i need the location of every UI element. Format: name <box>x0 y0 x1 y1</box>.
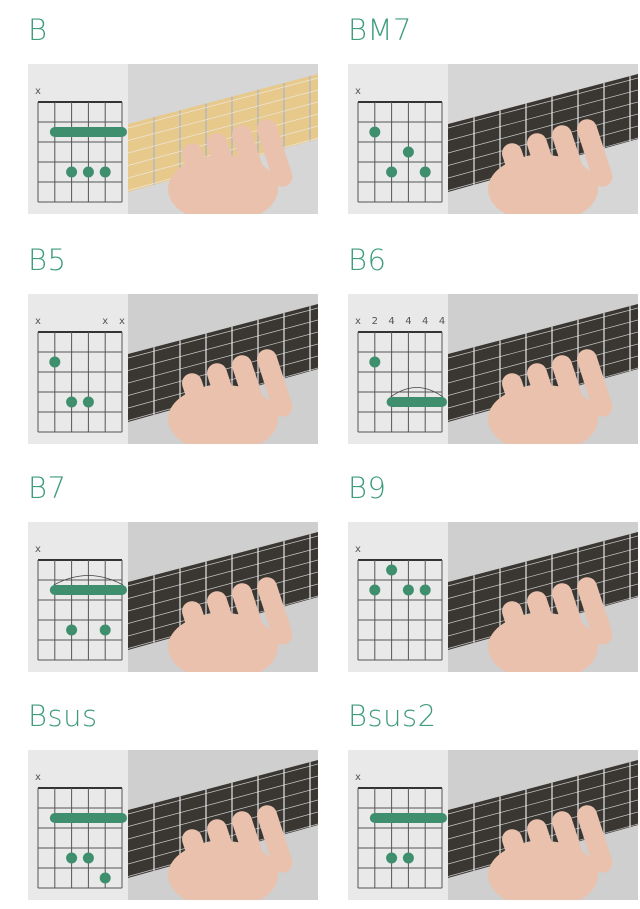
finger-dot <box>402 852 414 864</box>
chord-name: Bsus <box>28 699 98 733</box>
chord-card: Bsus2 x <box>348 694 638 904</box>
string-marker: x <box>35 316 41 327</box>
string-marker: 4 <box>422 316 428 327</box>
string-marker: x <box>119 316 125 327</box>
chord-diagram: x <box>348 750 448 900</box>
photo-svg <box>128 64 318 214</box>
chord-panel: x <box>28 750 318 900</box>
chord-diagram: x <box>348 64 448 214</box>
chord-card: B x <box>28 8 318 218</box>
chord-name: B6 <box>348 243 387 277</box>
finger-dot <box>49 356 61 368</box>
finger-dot <box>82 166 94 178</box>
chord-card: Bsus x <box>28 694 318 904</box>
finger-dot <box>419 166 431 178</box>
hand-on-fretboard-photo <box>448 522 638 672</box>
hand-on-fretboard-photo <box>448 294 638 444</box>
string-marker: x <box>102 316 108 327</box>
chord-panel: x <box>28 522 318 672</box>
finger-dot <box>402 584 414 596</box>
chord-name: B9 <box>348 471 387 505</box>
chord-panel: x <box>28 64 318 214</box>
chord-diagram-svg: x <box>35 772 127 889</box>
chord-diagram-svg: x <box>355 772 447 889</box>
chord-diagram-svg: x <box>35 544 127 661</box>
chord-diagram-svg: x24444 <box>355 316 447 433</box>
finger-dot <box>419 584 431 596</box>
barre-bar <box>369 813 447 823</box>
string-marker: 4 <box>388 316 394 327</box>
finger-dot <box>66 624 78 636</box>
hand-on-fretboard-photo <box>128 750 318 900</box>
chord-diagram: x <box>28 750 128 900</box>
finger-dot <box>369 356 381 368</box>
finger-dot <box>99 624 111 636</box>
hand-on-fretboard-photo <box>128 294 318 444</box>
photo-svg <box>128 294 318 444</box>
photo-svg <box>448 750 638 900</box>
chord-name: B7 <box>28 471 67 505</box>
string-marker: 4 <box>439 316 445 327</box>
chord-name: B5 <box>28 243 67 277</box>
chord-panel: x <box>348 64 638 214</box>
barre-bar <box>49 813 127 823</box>
chord-diagram: x <box>28 522 128 672</box>
finger-dot <box>66 852 78 864</box>
hand-on-fretboard-photo <box>128 522 318 672</box>
finger-dot <box>82 852 94 864</box>
chord-diagram: xxx <box>28 294 128 444</box>
chord-diagram: x <box>28 64 128 214</box>
string-marker: x <box>355 772 361 783</box>
chord-diagram-svg: x <box>35 86 127 203</box>
string-marker: x <box>355 544 361 555</box>
chord-panel: x <box>348 750 638 900</box>
string-marker: 2 <box>372 316 378 327</box>
string-marker: x <box>35 544 41 555</box>
hand-on-fretboard-photo <box>448 64 638 214</box>
chord-diagram: x24444 <box>348 294 448 444</box>
photo-svg <box>448 522 638 672</box>
barre-bar <box>49 127 127 137</box>
finger-dot <box>369 126 381 138</box>
chord-diagram-svg: x <box>355 544 443 661</box>
string-marker: 4 <box>405 316 411 327</box>
chord-name: BM7 <box>348 13 412 47</box>
chord-diagram-svg: x <box>355 86 443 203</box>
hand-on-fretboard-photo <box>448 750 638 900</box>
barre-bar <box>386 397 447 407</box>
finger-dot <box>99 872 111 884</box>
string-marker: x <box>35 772 41 783</box>
string-marker: x <box>355 86 361 97</box>
string-marker: x <box>35 86 41 97</box>
finger-dot <box>82 396 94 408</box>
chord-card: BM7 x <box>348 8 638 218</box>
finger-dot <box>386 166 398 178</box>
chord-panel: x <box>348 522 638 672</box>
chord-panel: xxx <box>28 294 318 444</box>
barre-bar <box>49 585 127 595</box>
finger-dot <box>369 584 381 596</box>
chord-card: B9 x <box>348 466 638 676</box>
chord-name: B <box>28 13 48 47</box>
chord-name: Bsus2 <box>348 699 437 733</box>
finger-dot <box>386 852 398 864</box>
photo-svg <box>128 750 318 900</box>
finger-dot <box>99 166 111 178</box>
chord-panel: x24444 <box>348 294 638 444</box>
chord-diagram: x <box>348 522 448 672</box>
chord-diagram-svg: xxx <box>35 316 125 433</box>
photo-svg <box>128 522 318 672</box>
chord-card: B5 xxx <box>28 238 318 448</box>
finger-dot <box>66 166 78 178</box>
finger-dot <box>402 146 414 158</box>
hand-on-fretboard-photo <box>128 64 318 214</box>
chord-card: B7 x <box>28 466 318 676</box>
photo-svg <box>448 64 638 214</box>
photo-svg <box>448 294 638 444</box>
string-marker: x <box>355 316 361 327</box>
finger-dot <box>66 396 78 408</box>
chord-card: B6 x24444 <box>348 238 638 448</box>
finger-dot <box>386 564 398 576</box>
